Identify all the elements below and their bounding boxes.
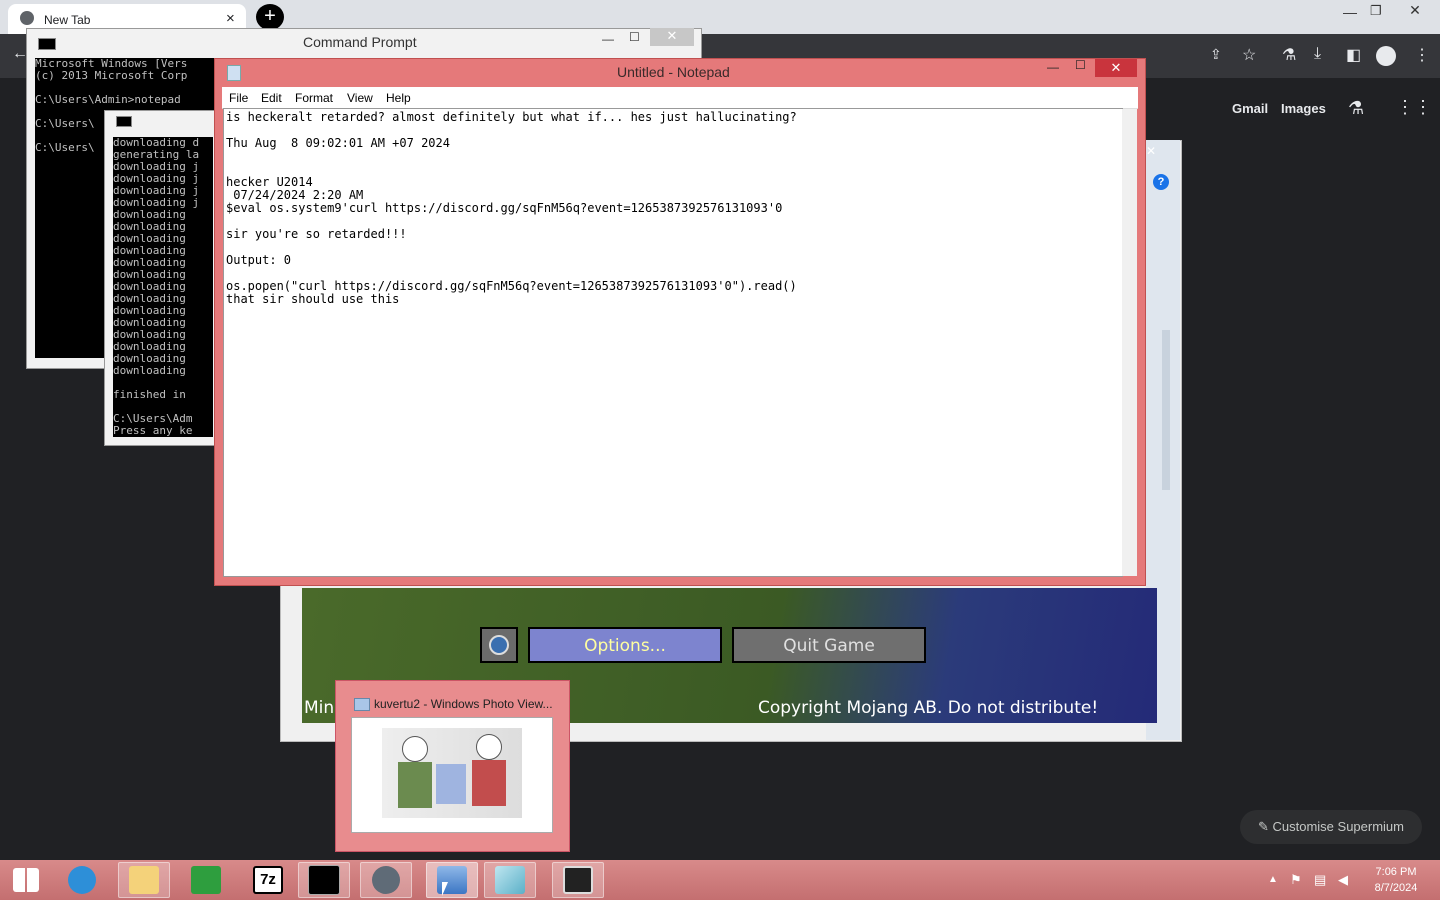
chrome-icon — [20, 11, 34, 25]
close-icon[interactable]: ✕ — [650, 28, 694, 46]
cmd-icon — [308, 865, 340, 895]
taskbar-photo-viewer[interactable] — [426, 862, 478, 898]
cmd-icon — [116, 116, 132, 127]
character-body — [436, 764, 466, 804]
volume-icon[interactable]: ◀ — [1338, 872, 1348, 888]
images-link[interactable]: Images — [1281, 101, 1326, 116]
minimize-icon[interactable]: — — [1047, 60, 1059, 74]
labs-icon[interactable]: ⚗ — [1282, 45, 1296, 65]
scrollbar[interactable] — [1162, 330, 1170, 490]
browser-minimize-icon[interactable]: — — [1343, 4, 1357, 20]
taskbar-minecraft[interactable] — [552, 862, 604, 898]
character-head — [476, 734, 502, 760]
maximize-icon[interactable]: ☐ — [1075, 58, 1086, 72]
quit-game-button[interactable]: Quit Game — [732, 627, 926, 663]
notepad-icon — [227, 65, 241, 81]
help-icon[interactable]: ? — [1153, 174, 1169, 190]
minimize-icon[interactable]: — — [602, 32, 614, 46]
menu-edit[interactable]: Edit — [261, 91, 282, 105]
profile-avatar[interactable] — [1376, 46, 1396, 66]
tab-title: New Tab — [44, 13, 91, 27]
menu-file[interactable]: File — [229, 91, 248, 105]
photo-viewer-icon — [354, 698, 370, 711]
globe-icon — [489, 635, 509, 655]
window-title: Command Prompt — [303, 34, 417, 50]
show-hidden-icons-icon[interactable]: ▲ — [1268, 874, 1278, 885]
taskbar-notepad[interactable] — [484, 862, 536, 898]
minecraft-version-text: Min — [304, 698, 335, 718]
copyright-text: Copyright Mojang AB. Do not distribute! — [758, 698, 1099, 718]
clock-time[interactable]: 7:06 PM — [1372, 866, 1420, 878]
language-button[interactable] — [480, 627, 518, 663]
download-icon[interactable]: ⤓ — [1314, 45, 1321, 63]
notepad-icon — [495, 866, 525, 894]
apps-grid-icon[interactable]: ⋮⋮ — [1396, 97, 1432, 118]
internet-explorer-icon — [68, 866, 96, 894]
windows-logo-icon — [13, 868, 39, 892]
character-head — [402, 736, 428, 762]
store-icon — [191, 866, 221, 894]
taskbar-internet-explorer[interactable] — [56, 862, 108, 898]
window-title: Untitled - Notepad — [617, 64, 730, 80]
mouse-cursor-icon — [442, 882, 448, 896]
taskbar-file-explorer[interactable] — [118, 862, 170, 898]
panel-close-icon[interactable]: ✕ — [1146, 144, 1156, 158]
browser-close-icon[interactable]: ✕ — [1390, 0, 1440, 22]
menu-format[interactable]: Format — [295, 91, 333, 105]
text-area[interactable]: is heckeralt retarded? almost definitely… — [223, 108, 1123, 577]
7zip-icon: 7z — [253, 866, 283, 894]
clock-date[interactable]: 8/7/2024 — [1370, 882, 1422, 894]
gmail-link[interactable]: Gmail — [1232, 101, 1268, 116]
labs-icon[interactable]: ⚗ — [1348, 98, 1364, 119]
action-center-icon[interactable]: ⚑ — [1290, 872, 1302, 888]
side-panel-icon[interactable]: ◧ — [1346, 45, 1361, 65]
chrome-icon — [372, 866, 400, 894]
options-button[interactable]: Options... — [528, 627, 722, 663]
maximize-icon[interactable]: ☐ — [629, 30, 640, 44]
vertical-scrollbar[interactable] — [1122, 109, 1137, 576]
bookmark-star-icon[interactable]: ☆ — [1242, 45, 1256, 65]
network-icon[interactable]: ▤ — [1314, 872, 1326, 888]
character-body — [472, 760, 506, 806]
menu-help[interactable]: Help — [386, 91, 411, 105]
minecraft-icon — [563, 866, 593, 894]
close-button[interactable]: ✕ — [1095, 59, 1137, 77]
new-tab-button[interactable]: + — [256, 4, 284, 30]
menu-view[interactable]: View — [347, 91, 373, 105]
taskbar-chrome[interactable] — [360, 862, 412, 898]
taskbar-7zip[interactable]: 7z — [242, 862, 294, 898]
character-body — [398, 762, 432, 808]
thumbnail-title: kuvertu2 - Windows Photo View... — [374, 697, 553, 711]
cmd-icon — [38, 38, 56, 50]
customise-button[interactable]: ✎ Customise Supermium — [1240, 810, 1422, 844]
thumbnail-image — [351, 717, 553, 833]
console-output: downloading d generating la downloading … — [113, 137, 213, 437]
pencil-icon: ✎ — [1257, 819, 1273, 834]
tab-close-icon[interactable]: × — [226, 10, 235, 27]
menu-icon[interactable]: ⋮ — [1414, 45, 1430, 65]
document-text[interactable]: is heckeralt retarded? almost definitely… — [224, 109, 1122, 308]
taskbar-command-prompt[interactable] — [298, 862, 350, 898]
start-button[interactable] — [0, 862, 52, 898]
share-icon[interactable]: ⇪ — [1210, 46, 1222, 63]
folder-icon — [129, 866, 159, 894]
browser-restore-icon[interactable]: ❐ — [1370, 3, 1382, 19]
taskbar-store[interactable] — [180, 862, 232, 898]
